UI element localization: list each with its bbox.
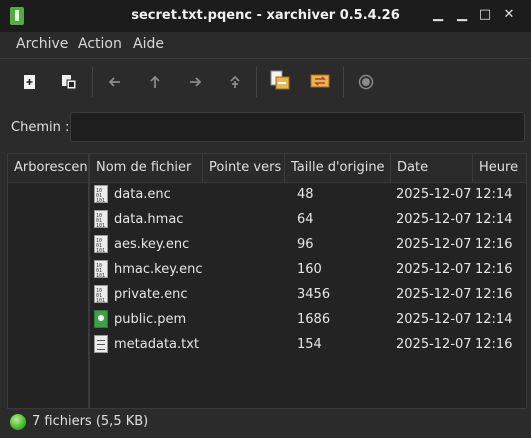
column-header-target[interactable]: Pointe vers — [203, 154, 285, 182]
file-date: 2025-12-07 — [396, 337, 472, 352]
table-row[interactable]: 10 01 101 data.enc 48 2025-12-07 12:14 — [90, 182, 526, 207]
tree-header-label[interactable]: Arborescence — [8, 154, 88, 182]
close-icon[interactable]: ✕ — [501, 7, 517, 23]
window-title: secret.txt.pqenc - xarchiver 0.5.4.26 — [131, 8, 400, 23]
file-time: 12:16 — [475, 262, 513, 277]
file-size: 64 — [297, 212, 314, 227]
file-time: 12:14 — [475, 187, 513, 202]
menu-aide[interactable]: Aide — [133, 36, 164, 52]
column-header-time[interactable]: Heure — [473, 154, 526, 182]
file-date: 2025-12-07 — [396, 237, 472, 252]
file-date: 2025-12-07 — [396, 287, 472, 302]
path-bar: Chemin : — [0, 106, 531, 150]
binary-file-icon: 10 01 101 — [94, 260, 108, 279]
maximize-icon[interactable]: □ — [477, 7, 493, 23]
file-time: 12:14 — [475, 212, 513, 227]
file-time: 12:16 — [475, 237, 513, 252]
column-header-date[interactable]: Date — [391, 154, 473, 182]
toolbar-separator — [343, 67, 344, 97]
file-size: 48 — [297, 187, 314, 202]
status-indicator-icon — [10, 414, 26, 430]
file-name: private.enc — [114, 287, 188, 302]
table-row[interactable]: 10 01 101 private.enc 3456 2025-12-07 12:1… — [90, 282, 526, 307]
file-date: 2025-12-07 — [396, 212, 472, 227]
tree-pane[interactable]: Arborescence — [7, 153, 89, 409]
menu-archive[interactable]: Archive — [16, 36, 68, 52]
file-list[interactable]: Nom de fichier Pointe vers Taille d'orig… — [89, 153, 527, 409]
toolbar-separator — [92, 67, 93, 97]
file-list-header: Nom de fichier Pointe vers Taille d'orig… — [90, 154, 526, 183]
menu-bar: Archive Action Aide — [0, 32, 531, 59]
binary-file-icon: 10 01 101 — [94, 235, 108, 254]
menu-action[interactable]: Action — [78, 36, 122, 52]
certificate-file-icon — [94, 310, 108, 328]
toolbar — [0, 59, 531, 105]
column-header-filename[interactable]: Nom de fichier — [90, 154, 203, 182]
stop-icon[interactable] — [356, 72, 376, 92]
table-row[interactable]: metadata.txt 154 2025-12-07 12:16 — [90, 332, 526, 357]
file-name: public.pem — [114, 312, 187, 327]
file-size: 154 — [297, 337, 322, 352]
minimize-icon[interactable]: ▁ — [430, 7, 446, 23]
path-label: Chemin : — [11, 120, 70, 135]
table-row[interactable]: 10 01 101 aes.key.enc 96 2025-12-07 12:16 — [90, 232, 526, 257]
file-size: 96 — [297, 237, 314, 252]
tree-header: Arborescence — [8, 154, 88, 183]
file-size: 160 — [297, 262, 322, 277]
collapse-icon[interactable]: ▁ — [454, 7, 470, 23]
file-name: metadata.txt — [114, 337, 200, 352]
table-row[interactable]: public.pem 1686 2025-12-07 12:14 — [90, 307, 526, 332]
table-row[interactable]: 10 01 101 hmac.key.enc 160 2025-12-07 12:1… — [90, 257, 526, 282]
binary-file-icon: 10 01 101 — [94, 210, 108, 229]
toolbar-separator — [256, 67, 257, 97]
convert-icon[interactable] — [308, 69, 332, 93]
file-time: 12:16 — [475, 287, 513, 302]
table-row[interactable]: 10 01 101 data.hmac 64 2025-12-07 12:14 — [90, 207, 526, 232]
path-input[interactable] — [70, 112, 525, 142]
up-icon[interactable] — [145, 72, 165, 92]
new-archive-icon[interactable] — [20, 72, 40, 92]
file-name: data.hmac — [114, 212, 184, 227]
back-icon[interactable] — [105, 72, 125, 92]
file-date: 2025-12-07 — [396, 262, 472, 277]
extract-icon[interactable] — [268, 69, 292, 93]
file-name: aes.key.enc — [114, 237, 190, 252]
file-size: 1686 — [297, 312, 331, 327]
binary-file-icon: 10 01 101 — [94, 285, 108, 304]
binary-file-icon: 10 01 101 — [94, 185, 108, 204]
file-time: 12:16 — [475, 337, 513, 352]
file-date: 2025-12-07 — [396, 187, 472, 202]
column-header-size[interactable]: Taille d'origine — [285, 154, 391, 182]
forward-icon[interactable] — [185, 72, 205, 92]
status-bar: 7 fichiers (5,5 KB) — [0, 409, 531, 438]
file-time: 12:14 — [475, 312, 513, 327]
home-icon[interactable] — [225, 72, 245, 92]
file-size: 3456 — [297, 287, 331, 302]
file-name: data.enc — [114, 187, 171, 202]
text-file-icon — [94, 335, 108, 353]
status-text: 7 fichiers (5,5 KB) — [32, 414, 149, 429]
open-archive-icon[interactable] — [59, 72, 79, 92]
file-name: hmac.key.enc — [114, 262, 203, 277]
file-date: 2025-12-07 — [396, 312, 472, 327]
title-bar: secret.txt.pqenc - xarchiver 0.5.4.26 ▁ … — [0, 0, 531, 32]
